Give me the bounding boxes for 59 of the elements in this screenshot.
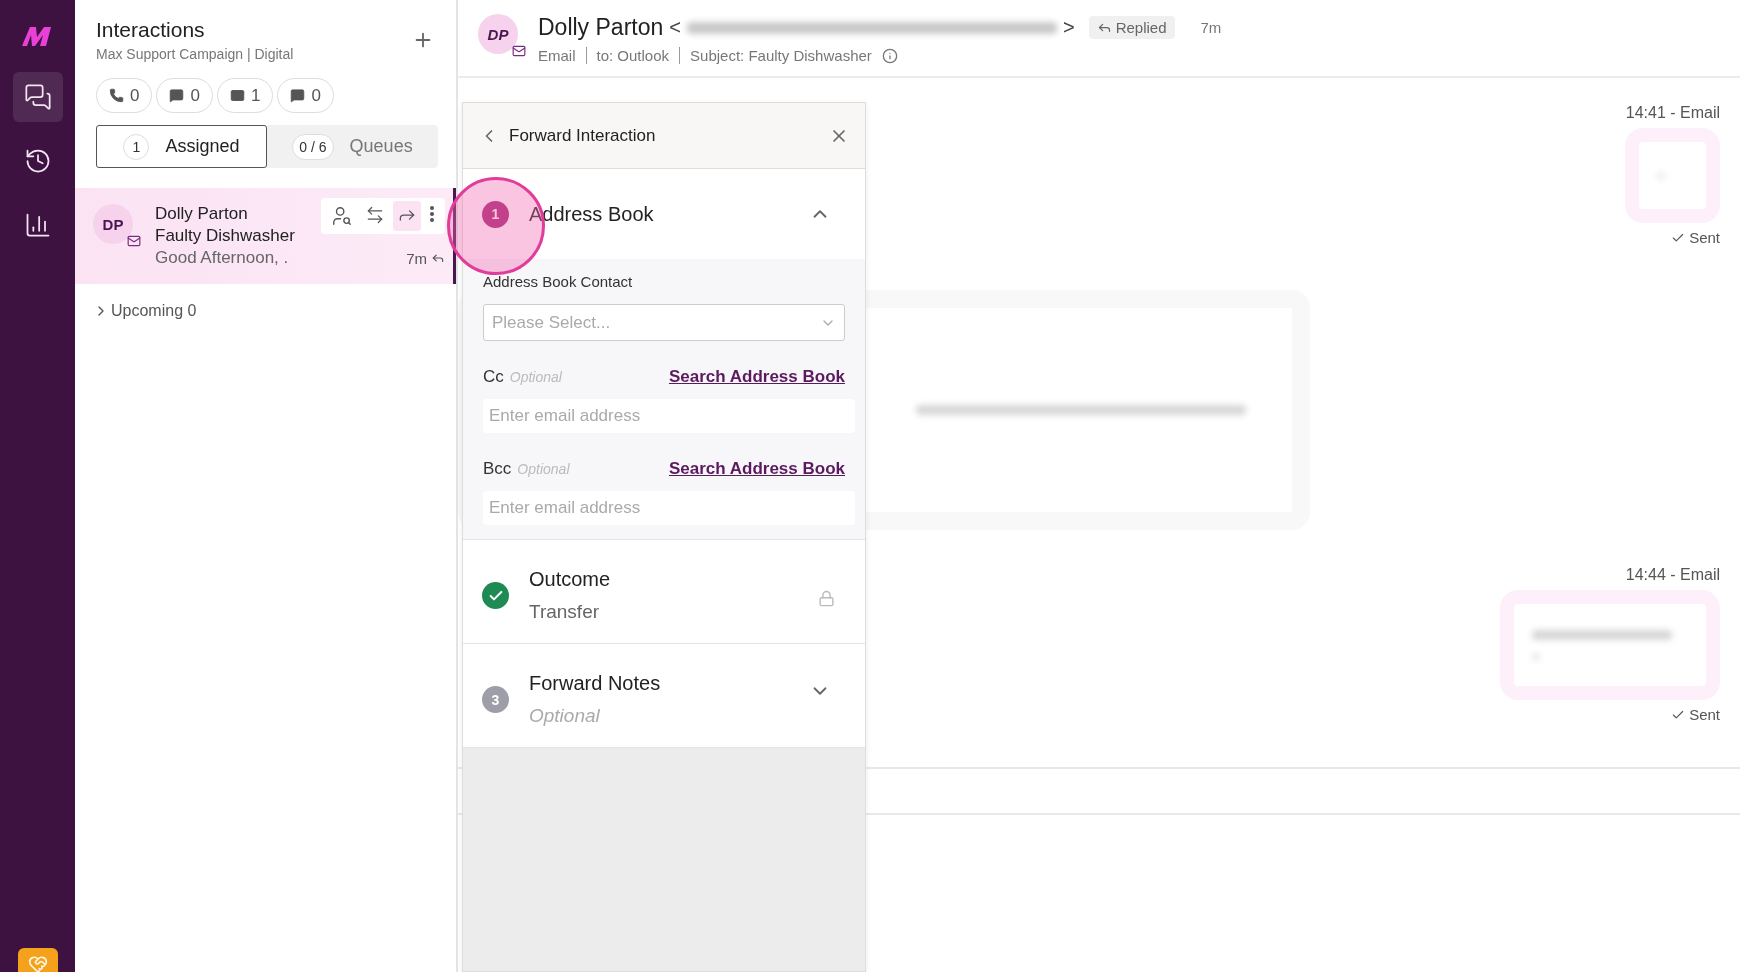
meta-text: to: Outlook (585, 47, 680, 64)
avatar: DP (93, 204, 133, 244)
field-label: Cc (483, 367, 504, 387)
sent-status: Sent (1689, 706, 1720, 723)
info-icon[interactable] (881, 47, 898, 64)
step-number: 1 (482, 200, 509, 228)
swap-arrows-icon (365, 205, 385, 225)
email-counter[interactable]: 1 (216, 78, 274, 113)
campaign-subtitle: Max Support Campaign | Digital (96, 46, 294, 62)
message-preview: Good Afternoon, . (155, 248, 289, 268)
help-app-button[interactable] (17, 948, 58, 972)
envelope-icon (229, 88, 245, 103)
forward-button[interactable] (393, 201, 421, 231)
phone-icon (109, 88, 124, 103)
envelope-icon (512, 44, 526, 58)
envelope-icon (127, 234, 141, 248)
optional-hint: Optional (509, 369, 562, 385)
meta-text: Subject: Faulty Dishwasher (679, 47, 882, 64)
bracket: > (1062, 16, 1075, 39)
panel-title: Interactions (96, 18, 206, 42)
email-input[interactable]: Enter email address (483, 491, 855, 525)
field-label: Bcc (483, 459, 512, 479)
reply-icon (431, 251, 445, 265)
chat-bubbles-icon (23, 83, 52, 111)
step-number: 3 (482, 686, 509, 713)
upcoming-toggle[interactable]: Upcoming 0 (93, 302, 456, 320)
sms-counter[interactable]: 0 (277, 78, 334, 113)
queue-tab[interactable]: 1 Assigned (96, 125, 267, 168)
avatar: DP (478, 14, 518, 54)
search-address-book-link[interactable]: Search Address Book (668, 367, 845, 387)
interaction-subject: Faulty Dishwasher (155, 226, 295, 246)
interaction-card[interactable]: DP Dolly Parton Faulty Dishwasher Good Afternoon, . 7m (75, 188, 456, 284)
step-title: Forward Notes (529, 672, 661, 695)
panel-title: Forward Interaction (509, 125, 656, 146)
contact-name: Dolly Parton (155, 204, 248, 224)
contact-name: Dolly Parton (538, 14, 664, 41)
message-icon (290, 88, 306, 103)
user-search-icon (331, 205, 353, 227)
step-title: Outcome (529, 568, 611, 591)
step-subtitle: Optional (529, 705, 600, 727)
chat-icon (169, 88, 185, 103)
meta-text: Email (538, 47, 577, 64)
field-label: Address Book Contact (483, 273, 633, 290)
more-icon (429, 205, 435, 223)
elapsed-time: 7m (1200, 19, 1222, 36)
message-timestamp: 14:41 - Email (1625, 104, 1720, 122)
optional-hint: Optional (517, 461, 570, 477)
step-subtitle: Transfer (529, 601, 600, 623)
elapsed-time: 7m (406, 249, 427, 267)
search-address-book-link[interactable]: Search Address Book (668, 459, 845, 479)
replied-badge: Replied (1088, 16, 1175, 39)
queue-tab[interactable]: 0 / 6 Queues (267, 125, 438, 168)
message-timestamp: 14:44 - Email (1625, 566, 1720, 584)
bracket: < (669, 16, 681, 39)
email-input[interactable]: Enter email address (483, 399, 855, 433)
chat-counter[interactable]: 0 (156, 78, 213, 113)
sent-status: Sent (1689, 229, 1720, 246)
phone-counter[interactable]: 0 (96, 78, 153, 113)
conversations-nav-button[interactable] (12, 72, 63, 122)
